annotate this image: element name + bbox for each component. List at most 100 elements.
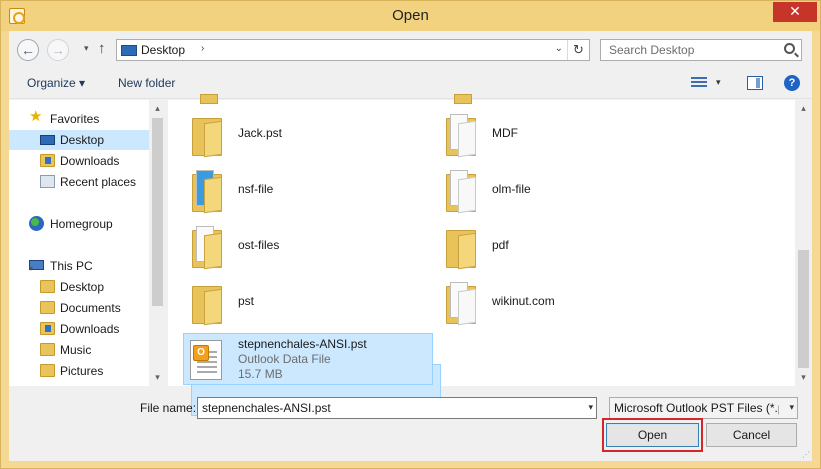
recent-places-icon [40, 175, 55, 188]
downloads-folder-icon [40, 154, 55, 167]
sidebar-item-label: Pictures [60, 364, 104, 378]
file-name: olm-file [492, 182, 531, 196]
close-button[interactable]: ✕ [773, 2, 817, 22]
resize-grip-icon[interactable]: ⋰ [802, 450, 810, 459]
list-item[interactable]: nsf-file [184, 164, 434, 216]
file-name-value: stepnenchales-ANSI.pst [202, 401, 331, 415]
folder-icon [40, 301, 55, 314]
folder-icon [200, 94, 218, 104]
pictures-folder-icon [40, 364, 55, 377]
sidebar-item-documents[interactable]: Documents [9, 298, 149, 318]
sidebar-item-pictures[interactable]: Pictures [9, 361, 149, 381]
sidebar-item-desktop-favorite[interactable]: Desktop [9, 130, 149, 150]
list-item[interactable]: MDF [438, 108, 688, 160]
cancel-button[interactable]: Cancel [706, 423, 797, 447]
folder-icon [40, 280, 55, 293]
address-bar[interactable]: Desktop › ⌄ ↻ [116, 39, 590, 61]
help-icon[interactable]: ? [784, 75, 800, 91]
folder-icon [190, 112, 222, 158]
file-name: ost-files [238, 238, 280, 252]
music-folder-icon [40, 343, 55, 356]
view-options-dropdown-icon[interactable]: ▾ [716, 77, 721, 88]
sidebar-item-downloads-favorite[interactable]: Downloads [9, 151, 149, 171]
file-name: nsf-file [238, 182, 274, 196]
sidebar-item-downloads[interactable]: Downloads [9, 319, 149, 339]
scrollbar-thumb[interactable] [798, 250, 809, 368]
folder-icon [444, 168, 476, 214]
scrollbar-thumb[interactable] [152, 118, 163, 306]
preview-pane-icon[interactable] [747, 76, 763, 90]
sidebar-item-label: Documents [60, 301, 121, 315]
file-name: Jack.pst [238, 126, 283, 140]
folder-icon [190, 168, 222, 214]
folder-icon [444, 224, 476, 270]
sidebar-item-music[interactable]: Music [9, 340, 149, 360]
command-toolbar: Organize ▾ New folder ▾ ? [9, 67, 812, 99]
scroll-down-icon[interactable]: ▾ [149, 369, 166, 386]
sidebar-item-label: Music [60, 343, 92, 357]
file-name: MDF [492, 126, 518, 140]
outlook-data-file-icon: O [190, 340, 222, 380]
chevron-down-icon[interactable]: ▾ [588, 402, 593, 413]
refresh-icon[interactable]: ↻ [567, 40, 589, 60]
list-item[interactable]: pst [184, 276, 434, 328]
open-button[interactable]: Open [606, 423, 699, 447]
search-input[interactable]: Search Desktop [600, 39, 802, 61]
sidebar-item-favorites[interactable]: ★ Favorites [9, 109, 149, 129]
sidebar-item-label: Downloads [60, 322, 120, 336]
pst-file-item[interactable]: O stepnenchales-ANSI.pst Outlook Data Fi… [183, 333, 433, 385]
scroll-up-icon[interactable]: ▴ [149, 100, 166, 117]
sidebar-item-label: Downloads [60, 154, 120, 168]
desktop-icon [121, 45, 137, 56]
file-name: stepnenchales-ANSI.pst [238, 337, 367, 351]
list-item[interactable]: wikinut.com [438, 276, 688, 328]
title-bar[interactable]: Open ✕ [1, 1, 820, 31]
up-arrow-icon[interactable]: ↑ [98, 40, 106, 57]
chevron-down-icon[interactable]: ▾ [787, 402, 794, 413]
homegroup-icon [29, 216, 44, 231]
sidebar-item-label: This PC [50, 259, 93, 273]
list-item[interactable]: Jack.pst [184, 108, 434, 160]
folder-icon [454, 94, 472, 104]
search-placeholder: Search Desktop [609, 43, 695, 57]
list-item[interactable]: ost-files [184, 220, 434, 272]
file-type-select[interactable]: Microsoft Outlook PST Files (*.pst) ▾ [609, 397, 798, 419]
address-history-dropdown-icon[interactable]: ⌄ [555, 43, 563, 54]
sidebar-scrollbar[interactable]: ▴ ▾ [149, 100, 166, 386]
list-item[interactable]: olm-file [438, 164, 688, 216]
sidebar-item-homegroup[interactable]: Homegroup [9, 214, 149, 234]
sidebar-item-label: Desktop [60, 280, 105, 294]
list-item[interactable]: pdf [438, 220, 688, 272]
open-dialog: Open ✕ ← → ▾ ↑ Desktop › ⌄ ↻ Search Desk… [0, 0, 821, 469]
sidebar-item-label: Favorites [50, 112, 100, 126]
scroll-up-icon[interactable]: ▴ [795, 100, 812, 117]
file-name-field[interactable]: stepnenchales-ANSI.pst ▾ [197, 397, 597, 419]
search-icon[interactable] [784, 43, 795, 54]
folder-icon [444, 280, 476, 326]
sidebar-item-label: Homegroup [50, 217, 113, 231]
folder-icon [190, 280, 222, 326]
scroll-down-icon[interactable]: ▾ [795, 369, 812, 386]
file-name-label: File name: [140, 401, 197, 415]
chevron-right-icon[interactable]: › [201, 43, 204, 54]
recent-locations-dropdown-icon[interactable]: ▾ [84, 43, 89, 54]
sidebar-item-desktop[interactable]: Desktop [9, 277, 149, 297]
file-size: 15.7 MB [238, 367, 283, 381]
file-name: wikinut.com [492, 294, 555, 308]
expand-chevron-icon[interactable]: ▾ [29, 264, 33, 273]
desktop-icon [40, 135, 55, 145]
change-view-icon[interactable] [691, 77, 707, 91]
organize-menu[interactable]: Organize ▾ [27, 76, 85, 90]
folder-icon [190, 224, 222, 270]
sidebar-item-recent-places[interactable]: Recent places [9, 172, 149, 192]
forward-button[interactable]: → [47, 39, 69, 61]
file-name: pst [238, 294, 255, 308]
address-location[interactable]: Desktop [141, 43, 185, 57]
file-list-scrollbar[interactable]: ▴ ▾ [795, 100, 812, 386]
navigation-pane: ★ Favorites Desktop Downloads Recent pla… [9, 100, 166, 386]
file-type-value: Microsoft Outlook PST Files (*.pst) [614, 401, 779, 415]
back-button[interactable]: ← [17, 39, 39, 61]
new-folder-button[interactable]: New folder [118, 76, 175, 90]
sidebar-item-label: Recent places [60, 175, 137, 189]
sidebar-item-label: Desktop [60, 133, 105, 147]
